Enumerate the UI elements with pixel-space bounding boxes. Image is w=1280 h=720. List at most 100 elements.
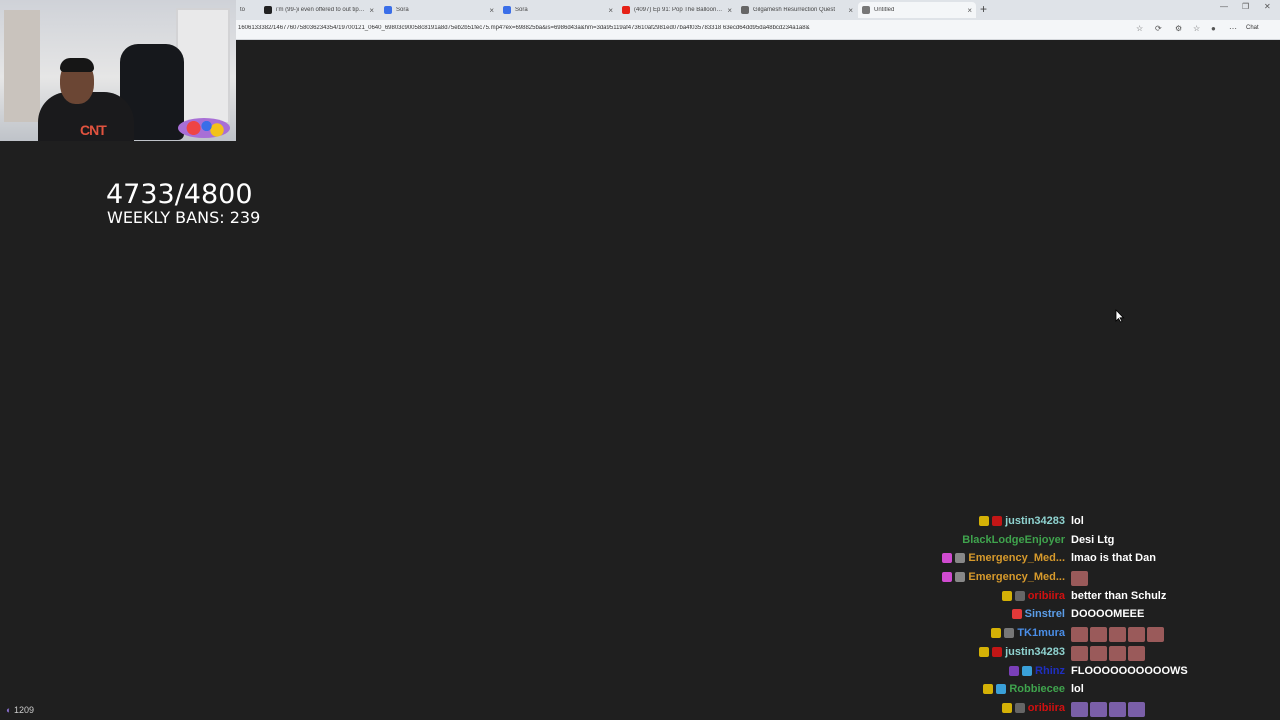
close-icon[interactable]: × <box>608 6 613 15</box>
shirt-text: CNT <box>80 122 107 138</box>
more-icon[interactable]: ⋯ <box>1229 24 1237 33</box>
chat-message: oribiira better than Schulz <box>900 587 1200 606</box>
close-icon[interactable]: × <box>489 6 494 15</box>
new-tab-button[interactable]: + <box>980 2 987 16</box>
emote-icon <box>1071 571 1088 587</box>
chat-message-text: lmao is that Dan <box>1071 552 1156 565</box>
close-icon[interactable]: × <box>727 6 732 15</box>
minimize-icon[interactable]: — <box>1220 2 1228 11</box>
chat-message: Sinstrel DOOOOMEEE <box>900 605 1200 624</box>
chat-message-author: Emergency_Med... <box>942 571 1065 583</box>
chat-username[interactable]: oribiira <box>1028 590 1065 602</box>
chat-username[interactable]: justin34283 <box>1005 646 1065 658</box>
emote-icon <box>1128 627 1145 643</box>
chat-message-text <box>1071 645 1147 661</box>
eye-icon: ◐ <box>6 705 12 715</box>
chat-username[interactable]: Robbiecee <box>1009 683 1065 695</box>
chat-badge-icon <box>1004 628 1015 639</box>
tab-title: Sora <box>515 7 528 13</box>
globe-icon <box>862 6 870 14</box>
chat-message: Emergency_Med... lmao is that Dan <box>900 549 1200 568</box>
favorites-icon[interactable]: ☆ <box>1193 24 1200 33</box>
chat-username[interactable]: oribiira <box>1028 702 1065 714</box>
streamer-hair <box>60 58 94 72</box>
close-icon[interactable]: × <box>369 6 374 15</box>
chat-message-author: oribiira <box>1001 702 1065 714</box>
chat-username[interactable]: BlackLodgeEnjoyer <box>962 534 1065 546</box>
chat-username[interactable]: Rhinz <box>1035 665 1065 677</box>
chat-message: Emergency_Med... <box>900 568 1200 587</box>
ban-counter: 4733/4800 <box>106 179 253 210</box>
profile-icon[interactable]: ● <box>1211 24 1216 33</box>
chat-message-author: BlackLodgeEnjoyer <box>962 534 1065 546</box>
tab-title: Gilgamesh Resurrection Quest <box>753 7 836 13</box>
chat-username[interactable]: Emergency_Med... <box>968 571 1065 583</box>
chat-message: BlackLodgeEnjoyer Desi Ltg <box>900 531 1200 550</box>
url-field[interactable]: 1606133382/1467760758036234354/19700121_… <box>238 25 1118 31</box>
chat-badge-icon <box>992 516 1003 526</box>
chat-message-text <box>1071 701 1147 717</box>
tab[interactable]: i'm (99-)i even offered to out tip 21 ..… <box>260 2 378 18</box>
chat-message-text: DOOOOMEEE <box>1071 608 1145 621</box>
tab-active[interactable]: Untitled × <box>858 2 976 18</box>
chat-badge-icon <box>1009 665 1020 676</box>
chat-badge-icon <box>955 572 966 583</box>
emote-icon <box>1109 645 1126 661</box>
tiktok-icon <box>264 6 272 14</box>
chat-message-author: TK1mura <box>991 627 1065 639</box>
chat-badge-icon <box>1014 702 1025 713</box>
emote-icon <box>1147 627 1164 643</box>
webcam-feed: CNT <box>0 0 236 141</box>
weekly-bans: WEEKLY BANS: 239 <box>107 208 261 227</box>
emote-icon <box>1090 701 1107 717</box>
close-icon[interactable]: × <box>848 6 853 15</box>
chat-badge-icon <box>1001 702 1012 713</box>
tab-title: Untitled <box>874 7 895 13</box>
chat-badge-icon <box>1001 590 1012 601</box>
chat-message-author: justin34283 <box>979 646 1065 658</box>
chat-message: TK1mura <box>900 624 1200 643</box>
puzzle-icon[interactable]: ⚙ <box>1175 24 1182 33</box>
extensions-icon[interactable]: ⟳ <box>1155 24 1162 33</box>
close-window-icon[interactable]: ✕ <box>1264 2 1271 11</box>
star-icon[interactable]: ☆ <box>1136 24 1143 33</box>
tab[interactable]: Gilgamesh Resurrection Quest × <box>737 2 857 18</box>
chat-badge-icon <box>955 553 966 564</box>
chat-message-text <box>1071 571 1090 587</box>
chat-message-text: lol <box>1071 515 1084 527</box>
close-icon[interactable]: × <box>967 6 972 15</box>
chat-message-text <box>1071 627 1166 643</box>
chat-username[interactable]: Emergency_Med... <box>968 552 1065 564</box>
chat-badge-icon <box>1014 590 1025 601</box>
tab[interactable]: Sora × <box>499 2 617 18</box>
chat-badge-icon <box>942 553 953 564</box>
tab[interactable]: Sora × <box>380 2 498 18</box>
tab[interactable]: to <box>236 2 260 18</box>
chat-message-text: Desi Ltg <box>1071 533 1115 546</box>
viewer-count: ◐ 1209 <box>6 705 34 715</box>
chat-username[interactable]: TK1mura <box>1017 627 1065 639</box>
viewer-count-value: 1209 <box>13 705 34 715</box>
webcam-door <box>176 8 230 124</box>
emote-icon <box>1109 627 1126 643</box>
chat-overlay: justin34283 lol BlackLodgeEnjoyer Desi Ltg E… <box>900 512 1200 718</box>
chat-badge-icon <box>1011 609 1022 620</box>
chat-message-author: oribiira <box>1001 590 1065 602</box>
chat-message: Robbiecee lol <box>900 680 1200 699</box>
tab[interactable]: (4097) Ep 91: Pop The Balloon Or ... × <box>618 2 736 18</box>
chat-message-text: better than Schulz <box>1071 589 1167 602</box>
emote-icon <box>1071 627 1088 643</box>
chat-badge-icon <box>983 684 994 695</box>
maximize-icon[interactable]: ❐ <box>1242 2 1249 11</box>
chat-button[interactable]: Chat <box>1246 25 1259 31</box>
sora-icon <box>503 6 511 14</box>
globe-icon <box>741 6 749 14</box>
chat-message-author: Emergency_Med... <box>942 552 1065 564</box>
youtube-icon <box>622 6 630 14</box>
chat-badge-icon <box>942 572 953 583</box>
webcam-shelf <box>4 10 40 122</box>
tab-title: (4097) Ep 91: Pop The Balloon Or ... <box>634 7 724 13</box>
chat-username[interactable]: justin34283 <box>1005 515 1065 527</box>
chat-username[interactable]: Sinstrel <box>1025 608 1065 620</box>
emote-icon <box>1090 627 1107 643</box>
